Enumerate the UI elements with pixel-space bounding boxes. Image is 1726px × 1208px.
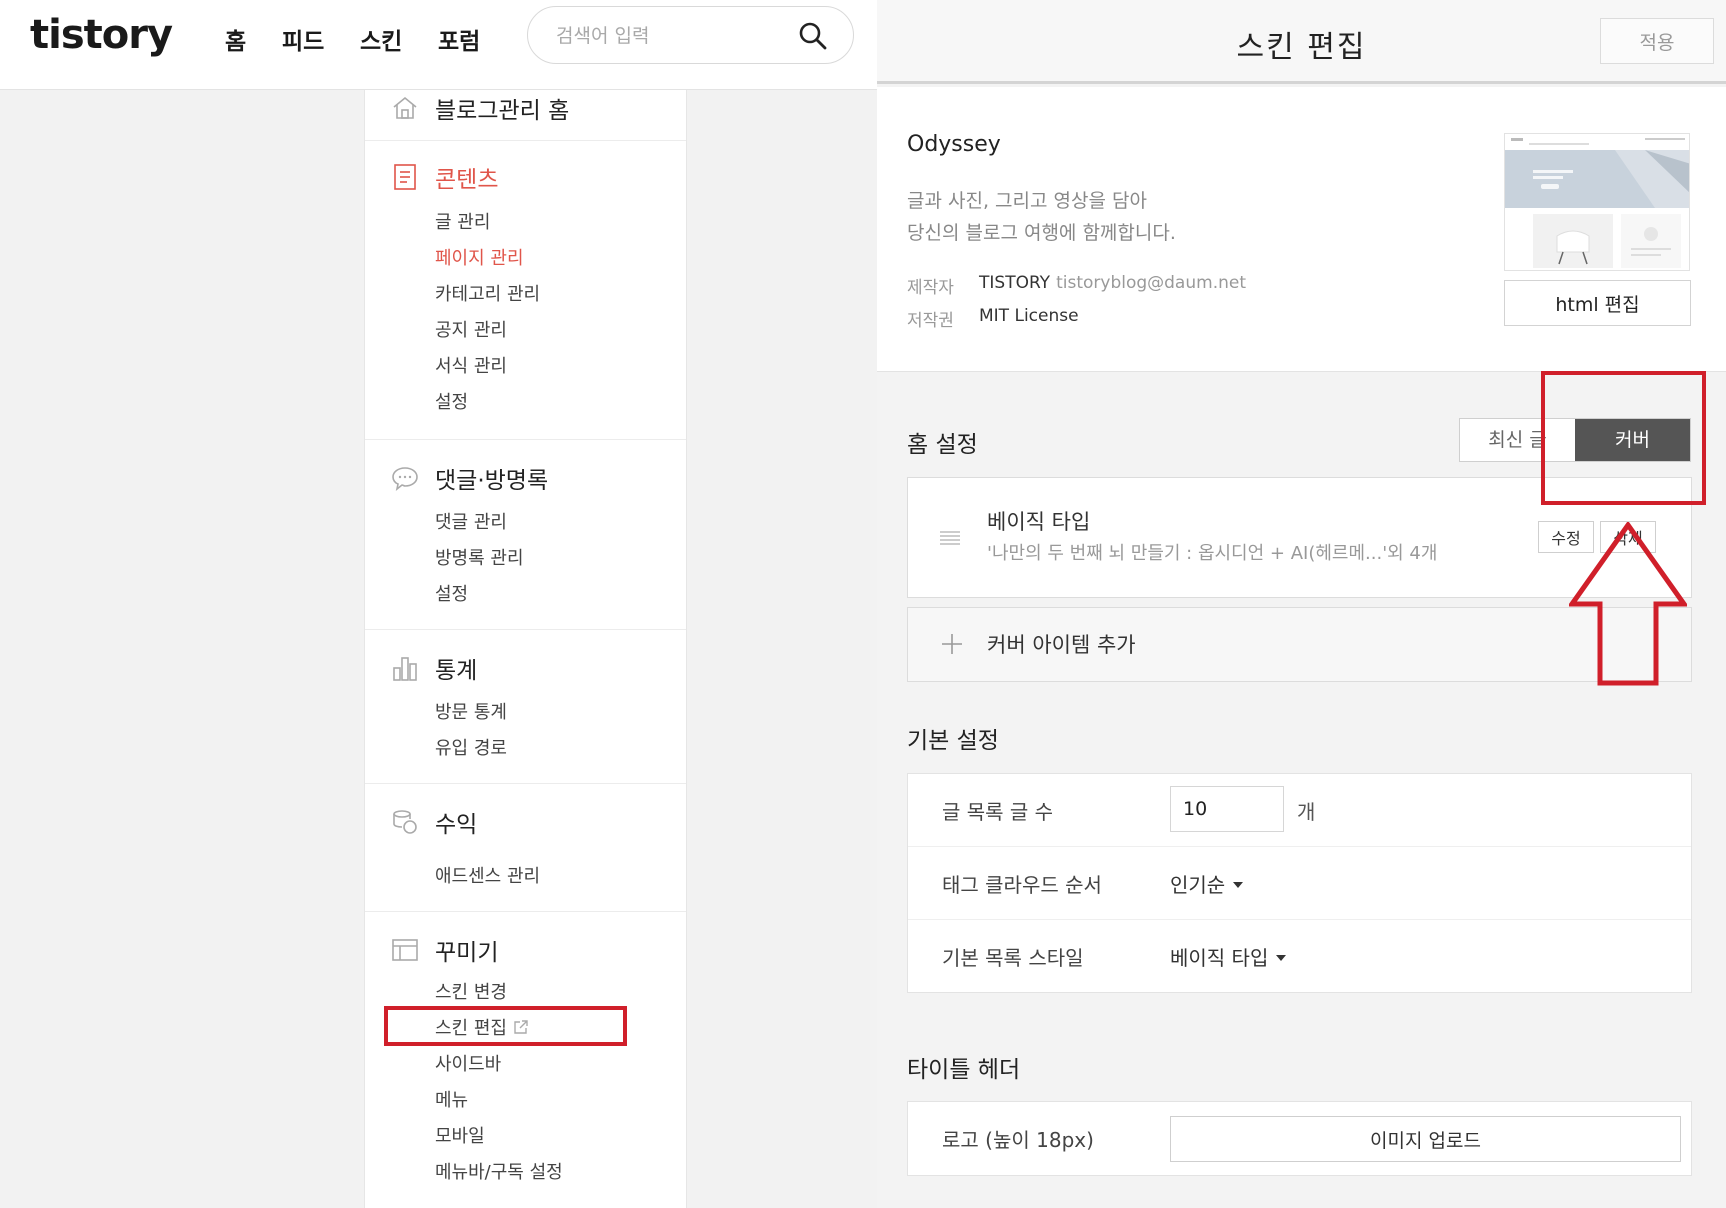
post-count-input[interactable] — [1170, 786, 1284, 832]
sidebar-item-page-manage[interactable]: 페이지 관리 — [435, 244, 524, 270]
sidebar-item-menubar-subscribe[interactable]: 메뉴바/구독 설정 — [435, 1158, 563, 1184]
sidebar-item-notice-manage[interactable]: 공지 관리 — [435, 316, 507, 342]
drag-handle-icon[interactable] — [940, 530, 960, 546]
license-label: 저작권 — [907, 311, 954, 331]
skin-name: Odyssey — [907, 132, 1001, 157]
post-count-label: 글 목록 글 수 — [942, 800, 1054, 824]
home-settings-title: 홈 설정 — [907, 432, 978, 458]
post-count-row: 글 목록 글 수 개 — [908, 774, 1691, 847]
sidebar-section-home: 블로그관리 홈 — [365, 90, 686, 141]
maker-name: TISTORY — [979, 273, 1051, 293]
layout-icon — [392, 939, 418, 961]
basic-settings-title: 기본 설정 — [907, 728, 999, 754]
skin-thumbnail — [1504, 133, 1690, 271]
sidebar-item-referrer[interactable]: 유입 경로 — [435, 734, 507, 760]
search-icon[interactable] — [798, 21, 828, 51]
sidebar-item-stats[interactable]: 통계 — [391, 652, 477, 684]
sidebar-item-contents[interactable]: 콘텐츠 — [391, 161, 498, 193]
sidebar-item-category-manage[interactable]: 카테고리 관리 — [435, 280, 540, 306]
maker-value: TISTORY tistoryblog@daum.net — [979, 273, 1246, 293]
tag-order-row: 태그 클라우드 순서 인기순 — [908, 847, 1691, 920]
sidebar-item-template-manage[interactable]: 서식 관리 — [435, 352, 507, 378]
sidebar-contents-label: 콘텐츠 — [435, 167, 499, 193]
license-value: MIT License — [979, 306, 1079, 326]
sidebar-section-revenue: 수익 애드센스 관리 — [365, 784, 686, 912]
sidebar-comments-label: 댓글·방명록 — [435, 468, 549, 494]
sidebar-item-visit-stats[interactable]: 방문 통계 — [435, 698, 507, 724]
apply-button[interactable]: 적용 — [1600, 18, 1714, 64]
sidebar-section-comments: 댓글·방명록 댓글 관리 방명록 관리 설정 — [365, 440, 686, 630]
image-upload-button[interactable]: 이미지 업로드 — [1170, 1116, 1681, 1162]
search-input[interactable] — [556, 21, 776, 51]
search-box — [527, 6, 854, 64]
sidebar-item-post-manage[interactable]: 글 관리 — [435, 208, 490, 234]
sidebar-section-customize: 꾸미기 스킨 변경 스킨 편집 사이드바 메뉴 모바일 메뉴바/구독 설정 — [365, 912, 686, 1208]
html-edit-button[interactable]: html 편집 — [1504, 280, 1691, 326]
title-header-card: 로고 (높이 18px) 이미지 업로드 — [907, 1101, 1692, 1176]
nav-feed[interactable]: 피드 — [282, 22, 324, 56]
sidebar-item-customize[interactable]: 꾸미기 — [391, 934, 498, 966]
caret-down-icon — [1233, 882, 1244, 888]
document-icon — [394, 164, 416, 190]
caret-down-icon — [1276, 955, 1287, 961]
list-style-row: 기본 목록 스타일 베이직 타입 — [908, 920, 1691, 993]
skin-thumbnail-image — [1505, 134, 1689, 270]
sidebar-section-contents: 콘텐츠 글 관리 페이지 관리 카테고리 관리 공지 관리 서식 관리 설정 — [365, 141, 686, 440]
annotation-up-arrow-icon — [1569, 522, 1687, 686]
sidebar-item-sidebar[interactable]: 사이드바 — [435, 1050, 501, 1076]
list-style-value: 베이직 타입 — [1170, 946, 1269, 970]
speech-bubble-icon — [392, 467, 418, 491]
sidebar-item-contents-settings[interactable]: 설정 — [435, 388, 468, 414]
sidebar-home-label: 블로그관리 홈 — [435, 98, 570, 124]
skin-description-line1: 글과 사진, 그리고 영상을 담아 — [907, 190, 1147, 212]
skin-description-line2: 당신의 블로그 여행에 함께합니다. — [907, 222, 1176, 244]
list-style-label: 기본 목록 스타일 — [942, 946, 1084, 970]
sidebar-item-comment-manage[interactable]: 댓글 관리 — [435, 508, 507, 534]
basic-settings-card: 글 목록 글 수 개 태그 클라우드 순서 인기순 기본 목록 스타일 베이직 … — [907, 773, 1692, 993]
sidebar-item-adsense[interactable]: 애드센스 관리 — [435, 862, 540, 888]
tistory-logo[interactable]: tistory — [30, 12, 173, 58]
tag-order-dropdown[interactable]: 인기순 — [1170, 869, 1244, 898]
sidebar-section-stats: 통계 방문 통계 유입 경로 — [365, 630, 686, 784]
post-count-unit: 개 — [1297, 800, 1316, 824]
sidebar-revenue-label: 수익 — [435, 812, 478, 838]
blog-admin-pane: tistory 홈 피드 스킨 포럼 블로그관리 홈 — [0, 0, 877, 1208]
plus-icon — [942, 634, 962, 654]
home-icon — [393, 96, 417, 119]
tag-order-label: 태그 클라우드 순서 — [942, 873, 1102, 897]
cover-item-title: 베이직 타입 — [987, 510, 1091, 534]
nav-skin[interactable]: 스킨 — [360, 22, 402, 56]
sidebar-item-mobile[interactable]: 모바일 — [435, 1122, 485, 1148]
tag-order-value: 인기순 — [1170, 873, 1226, 897]
sidebar-item-guestbook-manage[interactable]: 방명록 관리 — [435, 544, 524, 570]
sidebar-item-blog-home[interactable]: 블로그관리 홈 — [391, 92, 569, 124]
list-style-dropdown[interactable]: 베이직 타입 — [1170, 942, 1287, 971]
logo-height-label: 로고 (높이 18px) — [942, 1128, 1094, 1152]
title-header-title: 타이틀 헤더 — [907, 1057, 1021, 1083]
editor-header: 스킨 편집 적용 — [877, 0, 1726, 84]
cover-item-summary: '나만의 두 번째 뇌 만들기 : 옵시디언 + AI(헤르메...'외 4개 — [987, 543, 1438, 564]
annotation-highlight-cover-toggle — [1541, 371, 1706, 505]
sidebar-item-comments-settings[interactable]: 설정 — [435, 580, 468, 606]
sidebar-item-comments[interactable]: 댓글·방명록 — [391, 462, 548, 494]
coins-icon — [393, 810, 417, 834]
maker-label: 제작자 — [907, 278, 954, 298]
maker-email: tistoryblog@daum.net — [1056, 273, 1246, 293]
sidebar-item-skin-change[interactable]: 스킨 변경 — [435, 978, 507, 1004]
sidebar-customize-label: 꾸미기 — [435, 940, 499, 966]
sidebar-item-menu[interactable]: 메뉴 — [435, 1086, 468, 1112]
page-title: 스킨 편집 — [1236, 30, 1367, 65]
skin-editor-pane: 스킨 편집 적용 Odyssey 글과 사진, 그리고 영상을 담아 당신의 블… — [877, 0, 1726, 1208]
annotation-highlight-skin-edit — [384, 1006, 627, 1046]
skin-info-panel: Odyssey 글과 사진, 그리고 영상을 담아 당신의 블로그 여행에 함께… — [877, 87, 1726, 372]
add-cover-item-label: 커버 아이템 추가 — [987, 633, 1136, 657]
top-bar: tistory 홈 피드 스킨 포럼 — [0, 0, 877, 90]
nav-home[interactable]: 홈 — [225, 22, 246, 56]
sidebar-stats-label: 통계 — [435, 658, 478, 684]
bar-chart-icon — [393, 657, 417, 681]
sidebar-item-revenue[interactable]: 수익 — [391, 806, 477, 838]
nav-forum[interactable]: 포럼 — [438, 22, 480, 56]
